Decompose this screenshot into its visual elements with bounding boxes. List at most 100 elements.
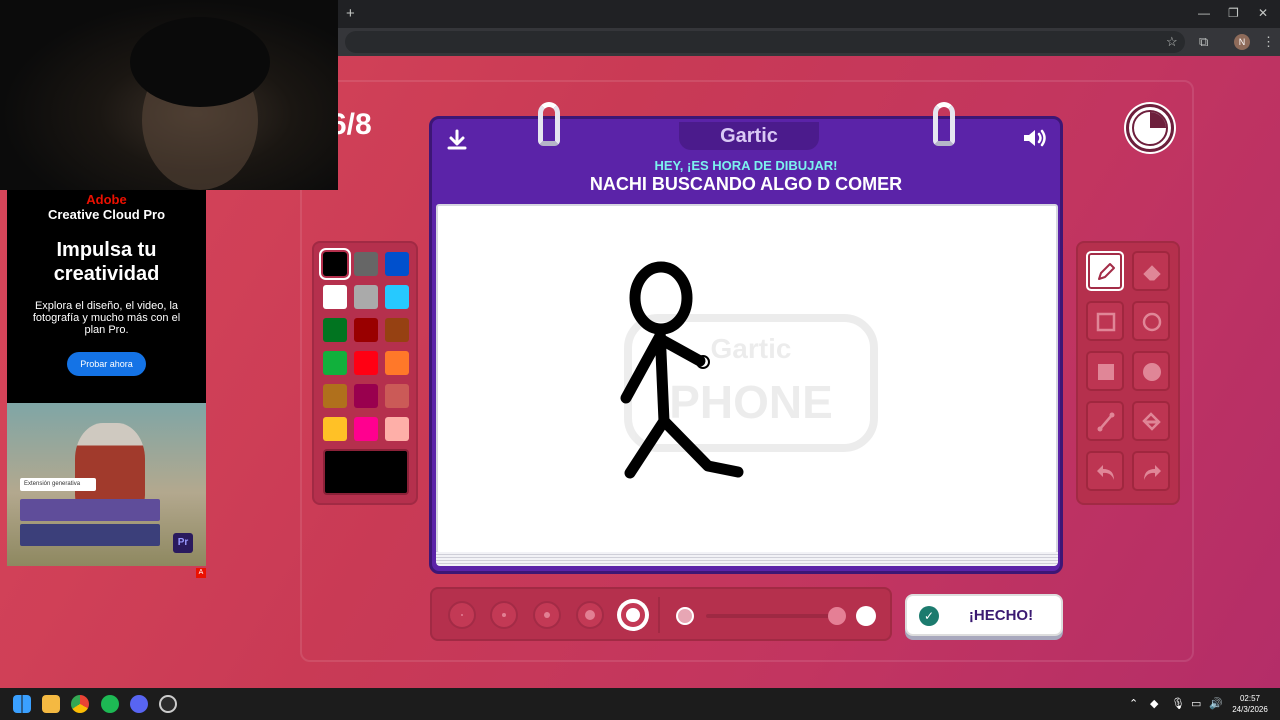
line-icon	[1097, 412, 1115, 432]
rectangle-outline-icon	[1096, 312, 1116, 332]
color-swatch[interactable]	[385, 351, 409, 375]
minimize-button[interactable]: —	[1198, 6, 1210, 20]
color-swatch[interactable]	[354, 417, 378, 441]
system-clock[interactable]: 02:57 24/3/2026	[1228, 693, 1272, 715]
spotify-icon[interactable]	[101, 695, 119, 713]
current-color-preview	[323, 449, 409, 495]
check-icon: ✓	[919, 606, 939, 626]
new-tab-button[interactable]: +	[346, 5, 355, 22]
binder-ring-left	[538, 102, 560, 146]
color-swatch[interactable]	[323, 351, 347, 375]
windows-start-icon[interactable]	[13, 695, 31, 713]
circle-fill-icon	[1143, 363, 1161, 381]
adobe-ad[interactable]: Adobe Creative Cloud Pro Impulsa tu crea…	[7, 190, 206, 566]
color-swatch[interactable]	[385, 285, 409, 309]
opacity-max-icon	[856, 606, 876, 626]
volume-icon[interactable]: 🔊	[1209, 697, 1223, 710]
ad-chip: Extensión generativa	[20, 478, 96, 491]
color-swatch[interactable]	[323, 417, 347, 441]
close-window-button[interactable]: ✕	[1258, 6, 1268, 20]
chrome-icon[interactable]	[71, 695, 89, 713]
brush-settings-bar	[430, 587, 892, 641]
color-swatch[interactable]	[323, 384, 347, 408]
drawing-canvas[interactable]: Gartic PHONE	[436, 204, 1058, 554]
rectangle-fill-tool[interactable]	[1086, 351, 1124, 391]
brush-size-1[interactable]	[448, 601, 476, 629]
microphone-icon[interactable]: 🎙	[1171, 697, 1185, 710]
opacity-min-icon	[676, 607, 694, 625]
color-swatch[interactable]	[385, 318, 409, 342]
watermark-text-top: Gartic	[711, 333, 792, 364]
taskbar: ⌃ ◆ 🎙 ▭ 🔊 02:57 24/3/2026	[0, 688, 1280, 720]
brush-size-5[interactable]	[619, 601, 647, 629]
file-explorer-icon[interactable]	[42, 695, 60, 713]
opacity-slider[interactable]	[706, 614, 836, 618]
color-swatch[interactable]	[385, 417, 409, 441]
canvas-page-stack	[436, 552, 1058, 566]
line-tool[interactable]	[1086, 401, 1124, 441]
bookmark-star-icon[interactable]: ☆	[1166, 34, 1178, 50]
divider	[658, 597, 660, 633]
app-icon[interactable]	[159, 695, 177, 713]
color-swatch[interactable]	[385, 252, 409, 276]
tray-app-icon[interactable]: ◆	[1150, 697, 1158, 710]
clock-date: 24/3/2026	[1232, 705, 1268, 714]
pencil-tool[interactable]	[1086, 251, 1124, 291]
brush-size-4[interactable]	[576, 601, 604, 629]
color-swatch[interactable]	[319, 248, 351, 280]
card-header: Gartic HEY, ¡ES HORA DE DIBUJAR! NACHI B…	[432, 102, 1060, 203]
rectangle-fill-icon	[1098, 364, 1114, 380]
premiere-pro-icon: Pr	[173, 533, 193, 553]
color-swatch[interactable]	[323, 318, 347, 342]
timer-icon	[1126, 104, 1174, 152]
restore-button[interactable]: ❐	[1228, 6, 1239, 20]
url-field[interactable]	[345, 31, 1185, 53]
circle-outline-tool[interactable]	[1132, 301, 1170, 341]
bucket-icon	[1142, 412, 1161, 431]
color-swatch[interactable]	[354, 351, 378, 375]
ad-audio-waveform	[20, 524, 160, 546]
network-icon[interactable]: ▭	[1191, 697, 1201, 710]
ad-choices-icon[interactable]: A	[196, 568, 206, 578]
gartic-logo: Gartic	[679, 122, 819, 150]
webcam-overlay	[0, 0, 338, 190]
color-palette	[312, 241, 418, 505]
ad-photo: Extensión generativa Pr	[7, 403, 206, 566]
ad-brand: Adobe	[86, 192, 127, 207]
draw-instruction: HEY, ¡ES HORA DE DIBUJAR!	[654, 158, 838, 173]
brush-size-2[interactable]	[490, 601, 518, 629]
ad-cta-button[interactable]: Probar ahora	[67, 352, 146, 376]
download-icon[interactable]	[446, 129, 468, 157]
done-button[interactable]: ✓ ¡HECHO!	[905, 594, 1063, 636]
color-swatch[interactable]	[354, 384, 378, 408]
rectangle-outline-tool[interactable]	[1086, 301, 1124, 341]
browser-menu-icon[interactable]: ⋮	[1262, 34, 1275, 50]
pencil-icon	[1098, 263, 1115, 280]
clock-time: 02:57	[1239, 694, 1261, 703]
extensions-icon[interactable]: ⧉	[1199, 34, 1208, 50]
discord-icon[interactable]	[130, 695, 148, 713]
color-swatch[interactable]	[354, 252, 378, 276]
done-button-label: ¡HECHO!	[968, 607, 1034, 624]
redo-tool[interactable]	[1132, 451, 1170, 491]
tray-chevron-icon[interactable]: ⌃	[1129, 697, 1138, 710]
undo-tool[interactable]	[1086, 451, 1124, 491]
profile-avatar[interactable]: N	[1234, 34, 1250, 50]
binder-ring-right	[933, 102, 955, 146]
color-swatch[interactable]	[354, 285, 378, 309]
ad-headline: Impulsa tu creatividad	[53, 239, 160, 285]
brush-size-3[interactable]	[533, 601, 561, 629]
ad-video-strip	[20, 499, 160, 521]
bucket-tool[interactable]	[1132, 401, 1170, 441]
color-swatch[interactable]	[354, 318, 378, 342]
color-swatch[interactable]	[323, 285, 347, 309]
sound-icon[interactable]	[1022, 127, 1048, 155]
circle-outline-icon	[1142, 312, 1162, 332]
circle-fill-tool[interactable]	[1132, 351, 1170, 391]
eraser-tool[interactable]	[1132, 251, 1170, 291]
undo-icon	[1097, 465, 1114, 480]
watermark-text-bottom: PHONE	[669, 376, 833, 428]
opacity-slider-thumb[interactable]	[828, 607, 846, 625]
eraser-icon	[1143, 265, 1161, 281]
color-swatch[interactable]	[385, 384, 409, 408]
